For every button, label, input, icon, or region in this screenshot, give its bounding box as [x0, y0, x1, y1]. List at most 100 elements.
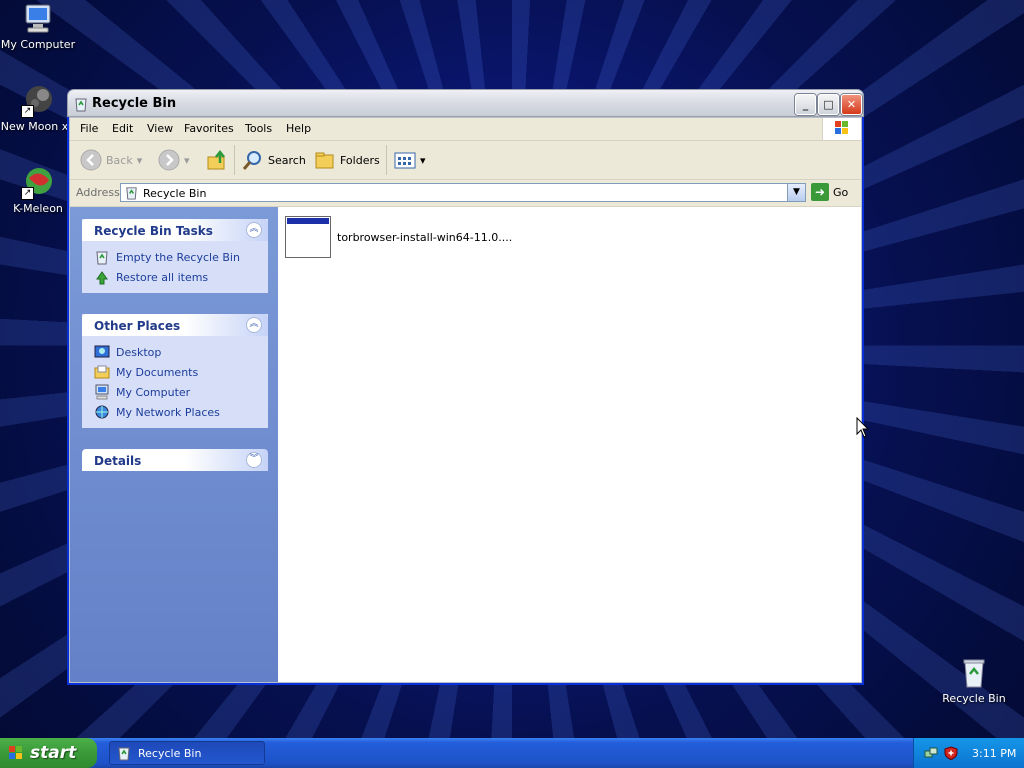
windows-logo-icon	[9, 746, 22, 759]
desktop-icon	[94, 345, 110, 358]
search-label: Search	[268, 153, 306, 167]
application-window-icon	[285, 216, 331, 258]
recycle-bin-icon	[126, 187, 137, 200]
address-dropdown-icon[interactable]: ▼	[787, 184, 805, 201]
views-dropdown-icon: ▾	[420, 153, 426, 167]
menu-file[interactable]: File	[80, 122, 98, 135]
search-button[interactable]: Search	[242, 148, 306, 172]
desktop-icon-recycle-bin[interactable]: Recycle Bin	[936, 656, 1012, 705]
panel-title: Recycle Bin Tasks	[94, 224, 213, 238]
toolbar-separator	[386, 145, 387, 175]
place-label: My Computer	[116, 385, 191, 399]
place-label: My Documents	[116, 365, 199, 379]
go-button[interactable]: ➜ Go	[811, 183, 848, 201]
forward-button[interactable]: ▾	[158, 148, 190, 172]
network-icon	[95, 405, 109, 419]
address-field[interactable]: Recycle Bin ▼	[120, 183, 806, 202]
menu-favorites[interactable]: Favorites	[184, 122, 234, 135]
taskbar: start Recycle Bin 3:11 PM	[0, 738, 1024, 768]
recycle-bin-icon	[957, 656, 991, 690]
go-label: Go	[833, 185, 849, 199]
address-value: Recycle Bin	[143, 187, 207, 200]
desktop-icon-label: Recycle Bin	[942, 692, 1006, 705]
my-documents-icon	[94, 365, 110, 379]
k-meleon-icon: ↗	[21, 166, 55, 200]
folders-button[interactable]: Folders	[314, 148, 380, 172]
toolbar-separator	[234, 145, 235, 175]
folders-label: Folders	[340, 153, 380, 167]
computer-icon	[95, 384, 109, 400]
address-label: Address	[76, 186, 120, 199]
desktop-icon-new-moon[interactable]: ↗ New Moon x8	[0, 84, 76, 133]
expand-icon[interactable]: ︾	[246, 452, 262, 468]
back-button[interactable]: Back ▾	[80, 148, 142, 172]
recycle-bin-tasks-panel: Recycle Bin Tasks ︽ Empty the Recycle Bi…	[82, 219, 268, 293]
menu-edit[interactable]: Edit	[112, 122, 133, 135]
forward-arrow-icon	[158, 149, 180, 171]
file-name: torbrowser-install-win64-11.0....	[337, 230, 513, 244]
go-arrow-icon: ➜	[811, 183, 829, 201]
back-dropdown-icon[interactable]: ▾	[137, 154, 143, 167]
taskbar-button-label: Recycle Bin	[138, 746, 202, 760]
maximize-button[interactable]: □	[818, 94, 839, 115]
menu-tools[interactable]: Tools	[245, 122, 272, 135]
panel-title: Other Places	[94, 319, 181, 333]
task-restore-all-items[interactable]: Restore all items	[94, 267, 268, 287]
task-pane: Recycle Bin Tasks ︽ Empty the Recycle Bi…	[70, 207, 278, 682]
up-folder-button[interactable]	[206, 148, 228, 172]
recycle-bin-icon	[118, 747, 130, 761]
windows-logo-icon	[822, 118, 861, 140]
explorer-window: Recycle Bin _ □ ✕ File Edit View Favorit…	[67, 89, 864, 685]
start-label: start	[30, 743, 77, 763]
collapse-icon[interactable]: ︽	[246, 317, 262, 333]
back-label: Back	[106, 153, 133, 167]
up-folder-icon	[207, 149, 225, 170]
desktop-icon-label: K-Meleon	[13, 202, 63, 215]
forward-dropdown-icon[interactable]: ▾	[184, 154, 190, 167]
restore-arrow-icon	[96, 271, 108, 285]
clock[interactable]: 3:11 PM	[972, 747, 1016, 760]
panel-header[interactable]: Other Places ︽	[82, 314, 268, 336]
collapse-icon[interactable]: ︽	[246, 222, 262, 238]
views-button[interactable]: ▾	[394, 148, 426, 172]
panel-header[interactable]: Recycle Bin Tasks ︽	[82, 219, 268, 241]
place-label: My Network Places	[116, 405, 220, 419]
menu-help[interactable]: Help	[286, 122, 311, 135]
task-empty-recycle-bin[interactable]: Empty the Recycle Bin	[94, 247, 268, 267]
task-label: Restore all items	[116, 270, 209, 284]
mouse-cursor-icon	[856, 417, 870, 438]
start-button[interactable]: start	[0, 738, 97, 768]
new-moon-icon: ↗	[21, 84, 55, 118]
desktop-icon-label: New Moon x8	[0, 120, 76, 133]
place-label: Desktop	[116, 345, 162, 359]
desktop-icon-my-computer[interactable]: My Computer	[0, 2, 76, 51]
file-list: torbrowser-install-win64-11.0....	[279, 207, 861, 682]
taskbar-button-recycle-bin[interactable]: Recycle Bin	[109, 741, 265, 765]
other-places-panel: Other Places ︽ Desktop My Documents My C…	[82, 314, 268, 428]
place-desktop[interactable]: Desktop	[94, 342, 268, 362]
back-arrow-icon	[80, 149, 102, 171]
place-my-computer[interactable]: My Computer	[94, 382, 268, 402]
folders-icon	[315, 152, 334, 169]
shortcut-arrow-icon: ↗	[21, 187, 34, 200]
panel-header[interactable]: Details ︾	[82, 449, 268, 471]
menu-view[interactable]: View	[147, 122, 173, 135]
panel-title: Details	[94, 454, 142, 468]
recycle-bin-icon	[75, 98, 87, 112]
place-my-documents[interactable]: My Documents	[94, 362, 268, 382]
minimize-button[interactable]: _	[795, 94, 816, 115]
search-icon	[242, 151, 261, 170]
file-item[interactable]: torbrowser-install-win64-11.0....	[285, 216, 512, 258]
desktop-icon-k-meleon[interactable]: ↗ K-Meleon	[0, 166, 76, 215]
menu-bar: File Edit View Favorites Tools Help	[70, 118, 861, 141]
place-my-network-places[interactable]: My Network Places	[94, 402, 268, 422]
title-bar[interactable]: Recycle Bin _ □ ✕	[67, 89, 864, 117]
toolbar: Back ▾ ▾ Search Folders ▾	[70, 141, 861, 180]
details-panel: Details ︾	[82, 449, 268, 471]
network-tray-icon[interactable]	[924, 746, 938, 760]
close-button[interactable]: ✕	[841, 94, 862, 115]
system-tray: 3:11 PM	[913, 738, 1024, 768]
security-shield-icon[interactable]	[944, 746, 958, 760]
shortcut-arrow-icon: ↗	[21, 105, 34, 118]
recycle-bin-icon	[96, 251, 108, 265]
